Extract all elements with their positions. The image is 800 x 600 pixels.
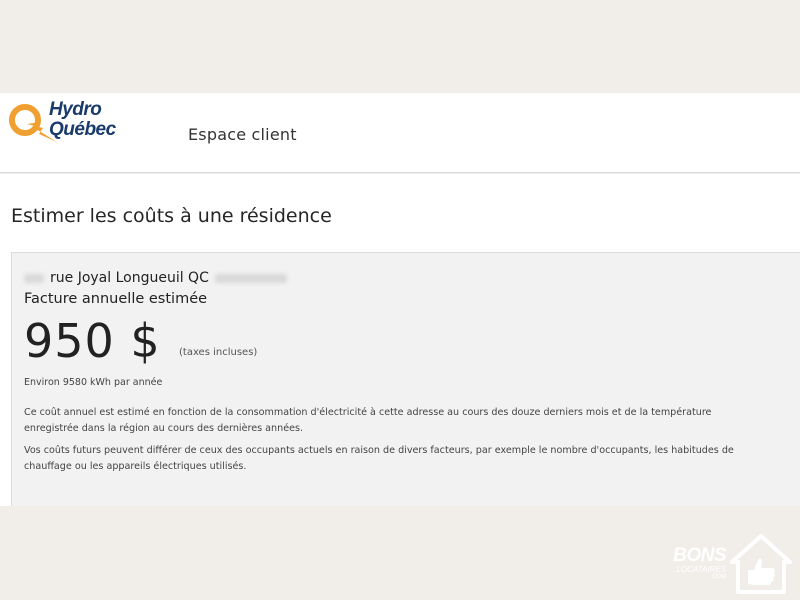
explanation-paragraph-2: Vos coûts futurs peuvent différer de ceu… [24, 445, 734, 472]
bons-locataires-watermark: BONS LOCATAIRES .COM [670, 532, 798, 596]
logo-line-2: Québec [49, 119, 116, 140]
logo-line-1: Hydro [49, 99, 102, 120]
watermark-line-2: LOCATAIRES [676, 565, 727, 574]
redacted-civic-number [24, 273, 44, 283]
espace-client-link[interactable]: Espace client [188, 125, 297, 144]
annual-bill-amount: 950 $ [24, 314, 161, 368]
consumption-estimate: Environ 9580 kWh par année [24, 377, 163, 388]
site-header: Hydro Québec Espace client [0, 93, 800, 173]
estimate-card: rue Joyal Longueuil QC Facture annuelle … [11, 252, 800, 506]
logo-text: Hydro Québec [49, 100, 116, 139]
address-text: rue Joyal Longueuil QC [50, 270, 209, 286]
watermark-text: BONS LOCATAIRES .COM [672, 546, 726, 581]
hydro-quebec-logo[interactable]: Hydro Québec [5, 98, 155, 153]
watermark-line-1: BONS [673, 545, 726, 566]
main-content: Estimer les coûts à une résidence rue Jo… [0, 174, 800, 506]
annual-bill-label: Facture annuelle estimée [24, 291, 208, 307]
page-title: Estimer les coûts à une résidence [11, 205, 332, 227]
explanation-paragraph-1: Ce coût annuel est estimé en fonction de… [24, 407, 712, 434]
redacted-postal-code [214, 273, 287, 283]
address-line: rue Joyal Longueuil QC [24, 270, 287, 286]
watermark-line-3: .COM [710, 574, 726, 580]
house-thumbs-up-icon [730, 534, 792, 594]
taxes-note: (taxes incluses) [179, 347, 258, 358]
